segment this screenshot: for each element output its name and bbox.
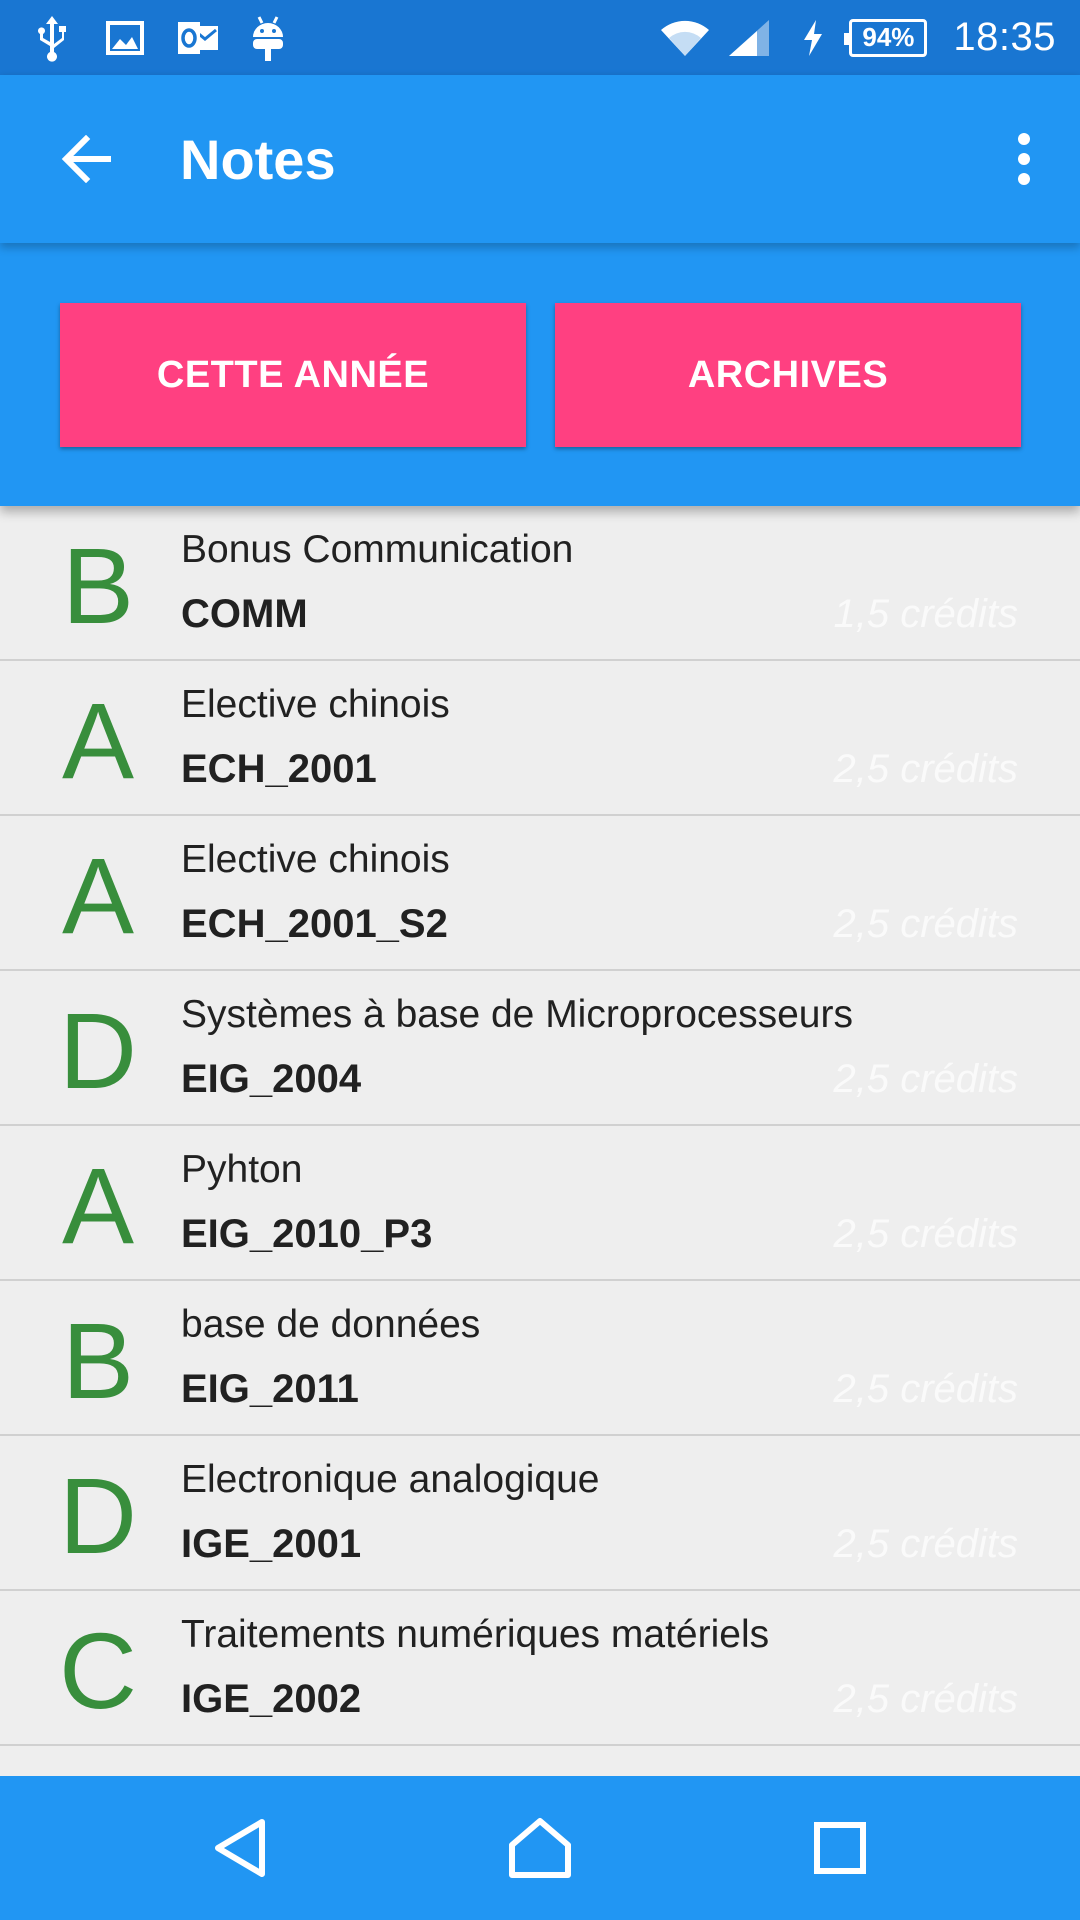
- tab-bar: CETTE ANNÉE ARCHIVES: [0, 303, 1080, 447]
- course-name: Bonus Communication: [181, 528, 574, 571]
- course-credits: 2,5 crédits: [833, 1522, 1018, 1566]
- grade-letter: D: [59, 990, 137, 1111]
- list-item[interactable]: B base de données EIG_2011 2,5 crédits: [0, 1281, 1080, 1436]
- nav-back-button[interactable]: [190, 1798, 290, 1898]
- course-credits: 2,5 crédits: [833, 1057, 1018, 1101]
- list-item[interactable]: A Elective chinois ECH_2001 2,5 crédits: [0, 661, 1080, 816]
- course-name: Electronique analogique: [181, 1458, 600, 1501]
- list-item[interactable]: D Systèmes à base de Microprocesseurs EI…: [0, 971, 1080, 1126]
- image-icon: [106, 0, 178, 75]
- nav-recents-icon: [814, 1822, 866, 1874]
- list-item[interactable]: D Electronique analogique IGE_2001 2,5 c…: [0, 1436, 1080, 1591]
- course-code: ECH_2001: [181, 747, 377, 791]
- tab-archives[interactable]: ARCHIVES: [555, 303, 1021, 447]
- course-name: Elective chinois: [181, 838, 450, 881]
- course-credits: 2,5 crédits: [833, 1212, 1018, 1256]
- course-name: Systèmes à base de Microprocesseurs: [181, 993, 853, 1036]
- list-item[interactable]: A Pyhton EIG_2010_P3 2,5 crédits: [0, 1126, 1080, 1281]
- back-button[interactable]: [36, 109, 136, 209]
- grade-letter: C: [59, 1610, 137, 1731]
- nav-home-icon: [509, 1818, 571, 1878]
- nav-back-icon: [215, 1819, 265, 1877]
- course-name: Pyhton: [181, 1148, 303, 1191]
- course-credits: 2,5 crédits: [833, 1367, 1018, 1411]
- nav-recents-button[interactable]: [790, 1798, 890, 1898]
- grade-letter: A: [61, 1145, 135, 1266]
- list-item[interactable]: C Traitements numériques matériels IGE_2…: [0, 1591, 1080, 1746]
- course-credits: 2,5 crédits: [833, 1677, 1018, 1721]
- outlook-icon: [178, 0, 250, 75]
- nav-home-button[interactable]: [490, 1798, 590, 1898]
- charging-icon: [781, 0, 845, 75]
- grade-letter: D: [59, 1455, 137, 1576]
- battery-level: 94%: [844, 18, 928, 57]
- course-name: Traitements numériques matériels: [181, 1613, 770, 1656]
- clock: 18:35: [953, 15, 1056, 59]
- course-code: EIG_2010_P3: [181, 1212, 433, 1256]
- course-name: Elective chinois: [181, 683, 450, 726]
- grade-letter: A: [61, 835, 135, 956]
- course-code: EIG_2011: [181, 1367, 359, 1411]
- android-icon: [250, 0, 322, 75]
- status-bar: 94% 18:35: [0, 0, 1080, 75]
- usb-icon: [34, 0, 106, 75]
- arrow-back-icon: [61, 135, 111, 183]
- grade-letter: B: [61, 525, 135, 646]
- grade-letter: A: [61, 680, 135, 801]
- course-credits: 2,5 crédits: [833, 747, 1018, 791]
- app-header: Notes CETTE ANNÉE ARCHIVES: [0, 75, 1080, 506]
- course-code: ECH_2001_S2: [181, 902, 448, 946]
- signal-icon: [717, 0, 781, 75]
- course-code: IGE_2002: [181, 1677, 362, 1721]
- course-code: COMM: [181, 592, 308, 636]
- list-item[interactable]: A Elective chinois ECH_2001_S2 2,5 crédi…: [0, 816, 1080, 971]
- status-bar-system: 94% 18:35: [653, 0, 1080, 75]
- wifi-icon: [653, 0, 717, 75]
- course-credits: 2,5 crédits: [833, 902, 1018, 946]
- grade-letter: B: [61, 1300, 135, 1421]
- course-name: base de données: [181, 1303, 481, 1346]
- course-code: EIG_2004: [181, 1057, 362, 1101]
- page-title: Notes: [180, 127, 336, 191]
- list-item[interactable]: B Bonus Communication COMM 1,5 crédits: [0, 506, 1080, 661]
- toolbar: Notes: [0, 75, 1080, 243]
- grades-list[interactable]: B Bonus Communication COMM 1,5 crédits A…: [0, 506, 1080, 1776]
- overflow-menu-button[interactable]: [992, 109, 1056, 209]
- tab-this-year[interactable]: CETTE ANNÉE: [60, 303, 526, 447]
- status-bar-notifications: [0, 0, 322, 75]
- course-credits: 1,5 crédits: [833, 592, 1018, 636]
- navigation-bar: [0, 1776, 1080, 1920]
- more-vert-icon: [1018, 133, 1030, 185]
- course-code: IGE_2001: [181, 1522, 362, 1566]
